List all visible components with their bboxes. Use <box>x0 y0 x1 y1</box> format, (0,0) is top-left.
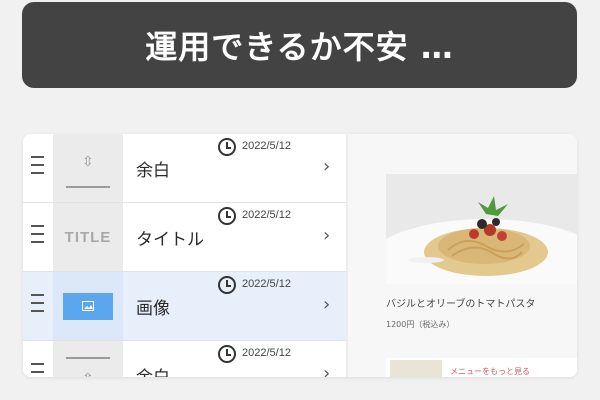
editor-card: ⇳ 余白 2022/5/12 › TITLE タイトル 2022/5/12 › <box>23 134 577 377</box>
clock-icon <box>218 345 236 363</box>
banner-text: 運用できるか不安 … <box>145 28 454 66</box>
spacer-thumbnail: ⇳ <box>53 341 123 377</box>
drag-handle-icon[interactable] <box>31 225 44 245</box>
block-date: 2022/5/12 <box>242 278 291 290</box>
chevron-right-icon[interactable]: › <box>323 156 330 177</box>
block-label: 画像 <box>136 299 170 319</box>
vertical-resize-icon: ⇳ <box>82 154 94 170</box>
block-label: 余白 <box>136 161 170 181</box>
block-row-title[interactable]: TITLE タイトル 2022/5/12 › <box>23 203 346 272</box>
block-date: 2022/5/12 <box>242 347 291 359</box>
drag-handle-icon[interactable] <box>31 363 44 377</box>
next-item-text: メニューをもっと見る <box>450 367 530 376</box>
chevron-right-icon[interactable]: › <box>323 294 330 315</box>
chevron-right-icon[interactable]: › <box>323 363 330 377</box>
chevron-right-icon[interactable]: › <box>323 225 330 246</box>
next-item-thumbnail <box>390 360 442 377</box>
clock-icon <box>218 207 236 225</box>
block-row-spacer[interactable]: ⇳ 余白 2022/5/12 › <box>23 134 346 203</box>
next-item-card[interactable]: メニューをもっと見る <box>386 358 577 377</box>
vertical-resize-icon: ⇳ <box>82 371 94 377</box>
block-date: 2022/5/12 <box>242 209 291 221</box>
drag-handle-icon[interactable] <box>31 294 44 314</box>
clock-icon <box>218 138 236 156</box>
title-thumbnail-text: TITLE <box>64 228 112 246</box>
block-label: 余白 <box>136 363 170 377</box>
preview-caption: バジルとオリーブのトマトパスタ <box>386 299 536 310</box>
block-list: ⇳ 余白 2022/5/12 › TITLE タイトル 2022/5/12 › <box>23 134 346 377</box>
pasta-photo <box>386 174 577 284</box>
block-row-image[interactable]: 画像 2022/5/12 › <box>23 272 346 341</box>
image-icon <box>63 292 113 320</box>
block-row-spacer[interactable]: ⇳ 余白 2022/5/12 › <box>23 341 346 377</box>
drag-handle-icon[interactable] <box>31 156 44 176</box>
block-date: 2022/5/12 <box>242 140 291 152</box>
title-thumbnail: TITLE <box>53 203 123 271</box>
spacer-thumbnail: ⇳ <box>53 134 123 202</box>
clock-icon <box>218 276 236 294</box>
preview-panel: バジルとオリーブのトマトパスタ 1200円（税込み） メニューをもっと見る <box>348 134 577 377</box>
image-thumbnail <box>53 272 123 340</box>
banner: 運用できるか不安 … <box>22 2 577 88</box>
preview-price: 1200円（税込み） <box>386 320 455 329</box>
block-label: タイトル <box>136 230 204 250</box>
